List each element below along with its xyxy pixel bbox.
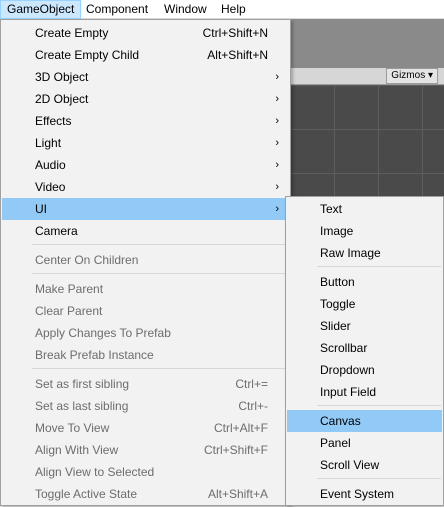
gizmos-dropdown[interactable]: Gizmos ▾	[386, 68, 438, 84]
menu-item-2d-object[interactable]: 2D Object ›	[2, 88, 289, 110]
chevron-right-icon: ›	[275, 71, 279, 83]
menu-item-apply-changes-to-prefab[interactable]: Apply Changes To Prefab	[2, 322, 289, 344]
menu-item-align-with-view[interactable]: Align With View Ctrl+Shift+F	[2, 439, 289, 461]
shortcut-label: Ctrl+Shift+N	[202, 26, 268, 40]
menu-item-label: Toggle Active State	[35, 487, 138, 501]
chevron-right-icon: ›	[275, 115, 279, 127]
menu-item-label: 3D Object	[35, 70, 89, 84]
menu-item-move-to-view[interactable]: Move To View Ctrl+Alt+F	[2, 417, 289, 439]
menu-item-label: Make Parent	[35, 282, 104, 296]
menu-item-audio[interactable]: Audio ›	[2, 154, 289, 176]
menu-item-label: Slider	[320, 319, 351, 333]
menu-item-camera[interactable]: Camera	[2, 220, 289, 242]
submenu-item-input-field[interactable]: Input Field	[287, 381, 442, 403]
menu-item-set-last-sibling[interactable]: Set as last sibling Ctrl+-	[2, 395, 289, 417]
menu-item-label: Input Field	[320, 385, 377, 399]
chevron-right-icon: ›	[275, 159, 279, 171]
scene-view[interactable]	[290, 85, 444, 197]
shortcut-label: Alt+Shift+N	[207, 48, 268, 62]
menu-item-label: Break Prefab Instance	[35, 348, 154, 362]
menu-item-label: Move To View	[35, 421, 110, 435]
menu-item-label: Effects	[35, 114, 72, 128]
chevron-right-icon: ›	[275, 181, 279, 193]
menu-bar: GameObject Component Window Help	[0, 0, 444, 19]
menu-item-label: Clear Parent	[35, 304, 103, 318]
submenu-item-canvas[interactable]: Canvas	[287, 410, 442, 432]
menu-item-3d-object[interactable]: 3D Object ›	[2, 66, 289, 88]
menu-component[interactable]: Component	[80, 0, 154, 18]
menu-item-label: Text	[320, 202, 343, 216]
menu-item-toggle-active-state[interactable]: Toggle Active State Alt+Shift+A	[2, 483, 289, 505]
menu-item-align-view-to-selected[interactable]: Align View to Selected	[2, 461, 289, 483]
menu-item-label: Center On Children	[35, 253, 139, 267]
chevron-right-icon: ›	[275, 93, 279, 105]
menu-item-label: UI	[35, 202, 47, 216]
menu-separator	[32, 273, 288, 274]
menu-item-break-prefab-instance[interactable]: Break Prefab Instance	[2, 344, 289, 366]
submenu-item-image[interactable]: Image	[287, 220, 442, 242]
menu-item-label: Raw Image	[320, 246, 381, 260]
submenu-item-slider[interactable]: Slider	[287, 315, 442, 337]
gameobject-menu: Create Empty Ctrl+Shift+N Create Empty C…	[0, 19, 291, 506]
menu-item-label: Align With View	[35, 443, 119, 457]
menu-separator	[32, 368, 288, 369]
shortcut-label: Ctrl+Alt+F	[213, 421, 268, 435]
menu-item-set-first-sibling[interactable]: Set as first sibling Ctrl+=	[2, 373, 289, 395]
menu-item-label: Scrollbar	[320, 341, 368, 355]
submenu-item-dropdown[interactable]: Dropdown	[287, 359, 442, 381]
shortcut-label: Alt+Shift+A	[207, 487, 268, 501]
menu-separator	[317, 266, 441, 267]
menu-item-label: Apply Changes To Prefab	[35, 326, 171, 340]
submenu-item-button[interactable]: Button	[287, 271, 442, 293]
submenu-item-text[interactable]: Text	[287, 198, 442, 220]
submenu-item-panel[interactable]: Panel	[287, 432, 442, 454]
menu-item-label: Toggle	[320, 297, 356, 311]
menu-item-make-parent[interactable]: Make Parent	[2, 278, 289, 300]
menu-item-label: 2D Object	[35, 92, 89, 106]
menu-separator	[317, 478, 441, 479]
ui-submenu: Text Image Raw Image Button Toggle Slide…	[285, 196, 444, 506]
menu-item-label: Create Empty	[35, 26, 109, 40]
menu-item-label: Camera	[35, 224, 78, 238]
menu-item-label: Set as last sibling	[35, 399, 129, 413]
menu-item-light[interactable]: Light ›	[2, 132, 289, 154]
menu-item-create-empty[interactable]: Create Empty Ctrl+Shift+N	[2, 22, 289, 44]
submenu-item-scroll-view[interactable]: Scroll View	[287, 454, 442, 476]
menu-gameobject[interactable]: GameObject	[0, 0, 82, 19]
submenu-item-raw-image[interactable]: Raw Image	[287, 242, 442, 264]
menu-item-label: Set as first sibling	[35, 377, 130, 391]
shortcut-label: Ctrl+=	[235, 377, 268, 391]
menu-item-label: Button	[320, 275, 355, 289]
shortcut-label: Ctrl+-	[238, 399, 268, 413]
menu-item-ui[interactable]: UI ›	[2, 198, 289, 220]
menu-item-label: Video	[35, 180, 66, 194]
menu-item-label: Canvas	[320, 414, 361, 428]
menu-item-label: Panel	[320, 436, 351, 450]
menu-item-clear-parent[interactable]: Clear Parent	[2, 300, 289, 322]
menu-item-label: Align View to Selected	[35, 465, 155, 479]
menu-item-label: Audio	[35, 158, 66, 172]
menu-item-center-on-children[interactable]: Center On Children	[2, 249, 289, 271]
menu-item-video[interactable]: Video ›	[2, 176, 289, 198]
menu-separator	[317, 405, 441, 406]
menu-item-create-empty-child[interactable]: Create Empty Child Alt+Shift+N	[2, 44, 289, 66]
menu-item-label: Event System	[320, 487, 395, 501]
submenu-item-scrollbar[interactable]: Scrollbar	[287, 337, 442, 359]
menu-item-label: Dropdown	[320, 363, 375, 377]
menu-item-label: Create Empty Child	[35, 48, 140, 62]
menu-window[interactable]: Window	[158, 0, 213, 18]
chevron-right-icon: ›	[275, 203, 279, 215]
submenu-item-toggle[interactable]: Toggle	[287, 293, 442, 315]
menu-item-effects[interactable]: Effects ›	[2, 110, 289, 132]
menu-separator	[32, 244, 288, 245]
chevron-right-icon: ›	[275, 137, 279, 149]
scene-view-toolbar: Gizmos ▾	[290, 68, 444, 85]
menu-item-label: Image	[320, 224, 354, 238]
editor-toolbar-area	[290, 19, 444, 68]
menu-item-label: Light	[35, 136, 62, 150]
submenu-item-event-system[interactable]: Event System	[287, 483, 442, 505]
menu-item-label: Scroll View	[320, 458, 380, 472]
menu-help[interactable]: Help	[215, 0, 252, 18]
shortcut-label: Ctrl+Shift+F	[203, 443, 268, 457]
